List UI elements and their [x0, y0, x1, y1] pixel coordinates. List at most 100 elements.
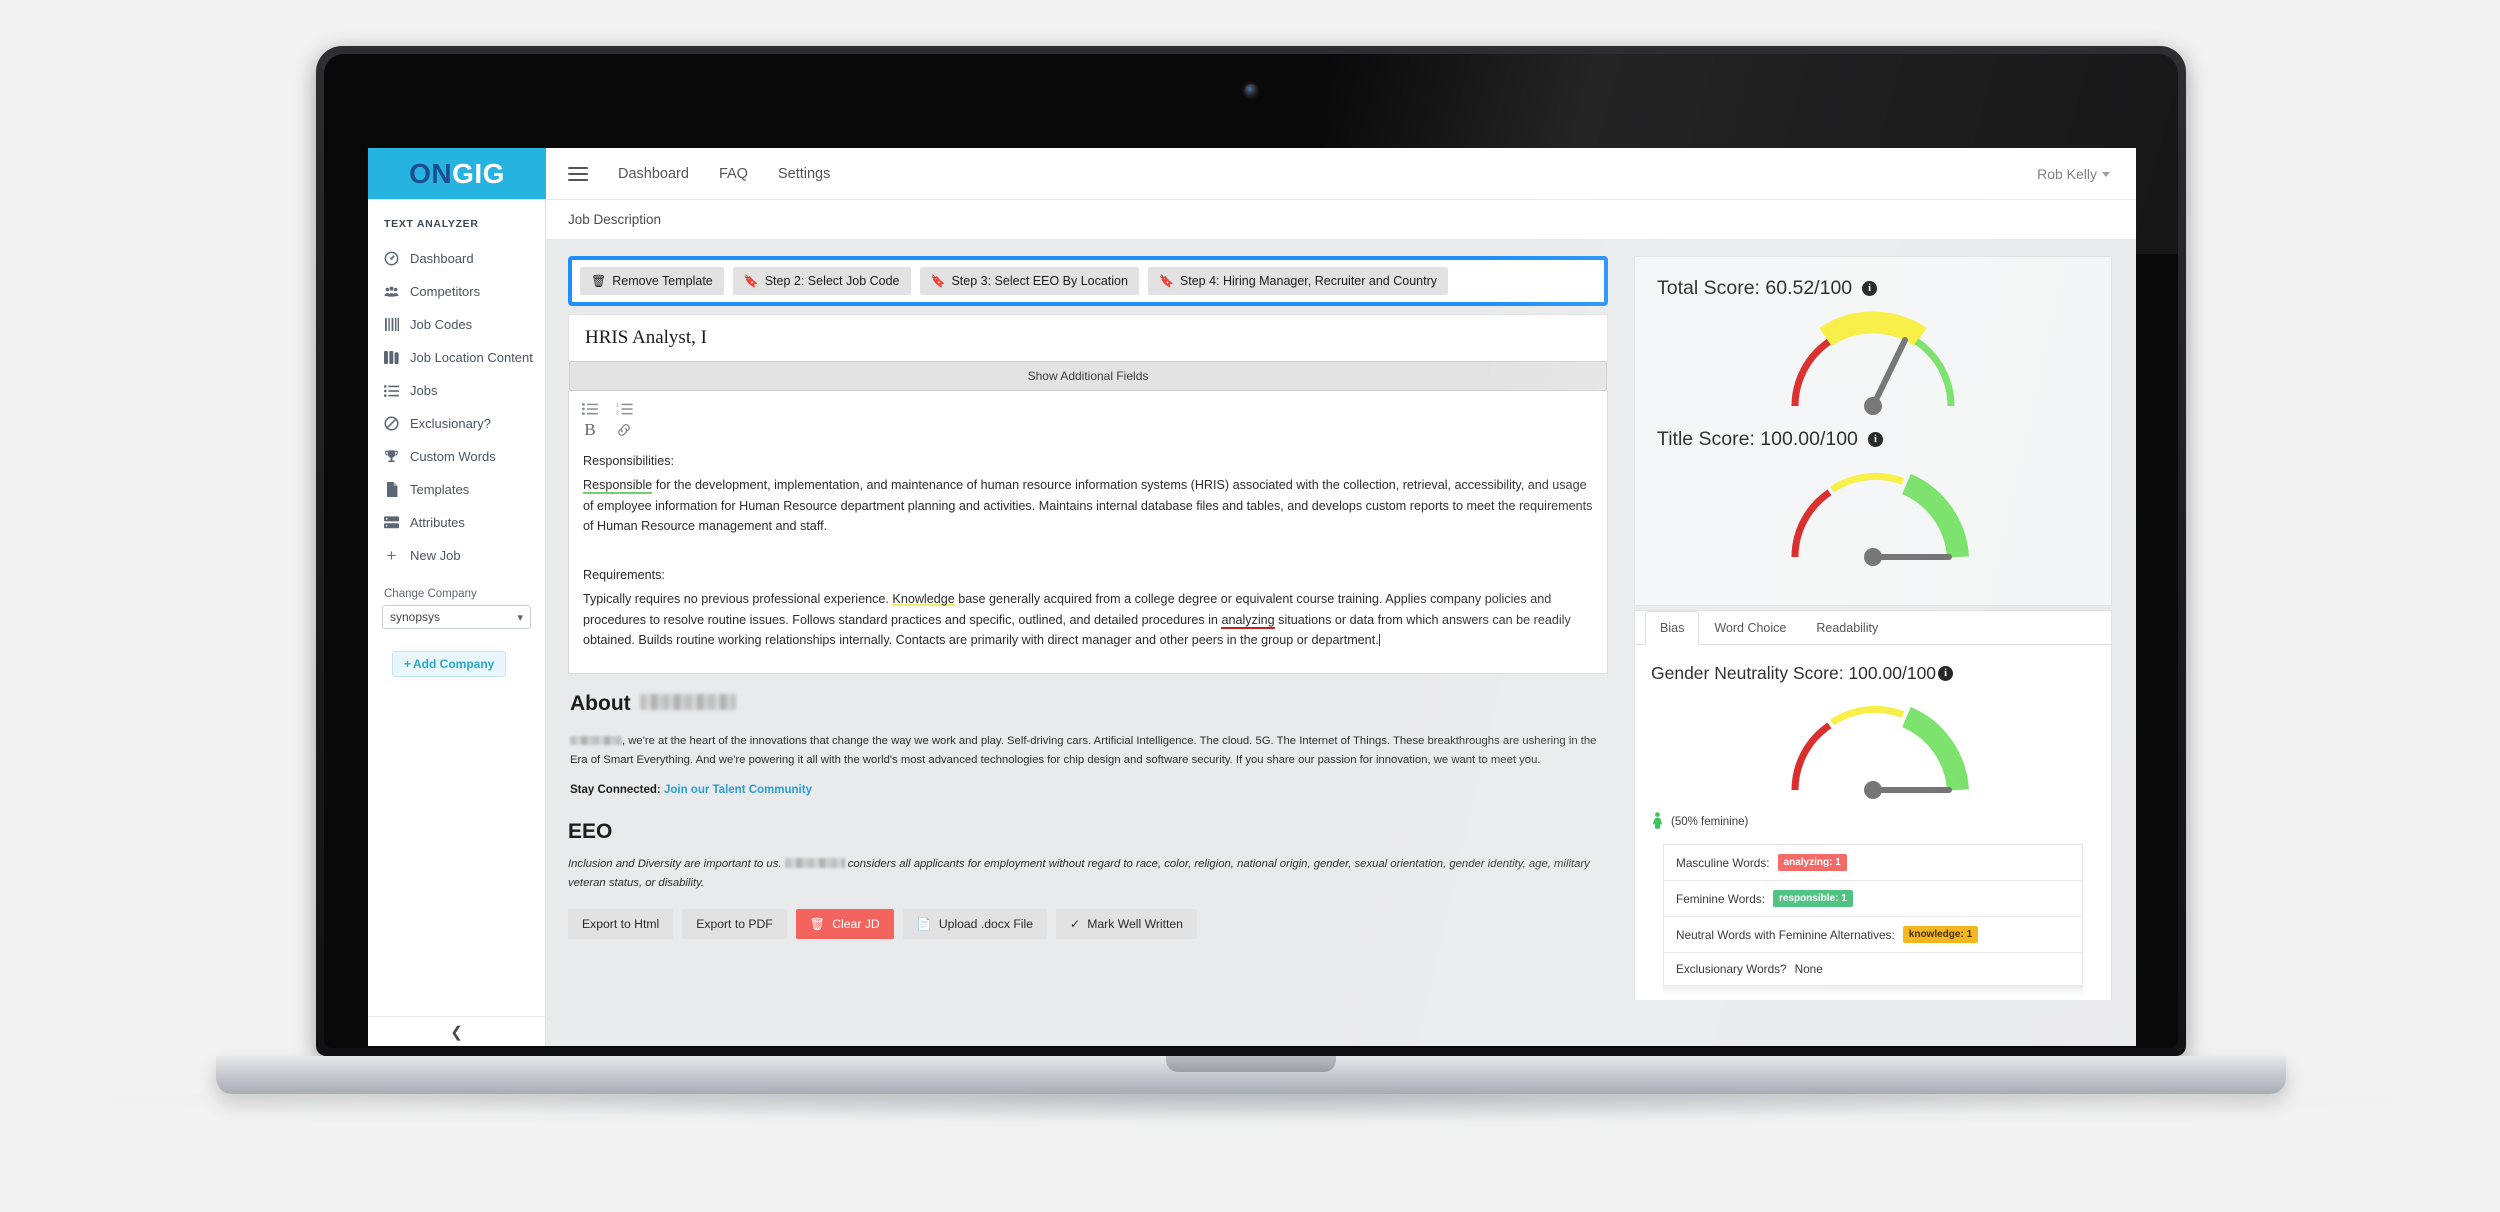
link-icon[interactable] [615, 421, 633, 439]
responsibilities-heading: Responsibilities: [583, 454, 674, 468]
topnav-link-dashboard[interactable]: Dashboard [618, 166, 689, 182]
sidebar-item-new-job[interactable]: + New Job [368, 539, 545, 572]
status-badge[interactable]: knowledge: 1 [1902, 926, 1979, 943]
sidebar-item-job-codes[interactable]: Job Codes [368, 308, 545, 341]
editor-content[interactable]: Responsibilities: Responsible for the de… [569, 443, 1607, 673]
file-upload-icon: 📄 [916, 916, 932, 931]
sidebar-collapse-button[interactable]: ❮ [368, 1016, 545, 1046]
sidebar-item-competitors[interactable]: Competitors [368, 275, 545, 308]
list-icon [384, 383, 399, 398]
brand-logo[interactable]: ONGIG [368, 148, 546, 199]
editor-toolbar: 12 B [569, 391, 1607, 443]
sidebar-item-custom-words[interactable]: Custom Words [368, 440, 545, 473]
dashboard-icon [384, 251, 399, 266]
requirements-heading: Requirements: [583, 567, 665, 582]
about-paragraph: , we're at the heart of the innovations … [570, 732, 1606, 771]
check-icon: ✓ [1070, 916, 1081, 931]
analysis-tabs-card: Bias Word Choice Readability Gender Neut… [1634, 610, 2112, 1000]
sidebar-item-exclusionary[interactable]: Exclusionary? [368, 407, 545, 440]
button-label: Upload .docx File [938, 916, 1034, 931]
feminine-note: (50% feminine) [1671, 816, 1749, 828]
redacted-company-inline [570, 735, 622, 745]
requirements-text-1: Typically requires no previous professio… [583, 592, 893, 607]
show-additional-fields-button[interactable]: Show Additional Fields [569, 361, 1607, 391]
panes: 🗑 Remove Template 🔖 Step 2: Select Job C… [546, 240, 2136, 1046]
sidebar-item-label: Custom Words [410, 449, 496, 464]
step3-select-eeo-by-location-button[interactable]: 🔖 Step 3: Select EEO By Location [919, 267, 1139, 295]
chevron-down-icon [2102, 172, 2110, 178]
step2-select-job-code-button[interactable]: 🔖 Step 2: Select Job Code [732, 267, 911, 295]
talent-community-link[interactable]: Join our Talent Community [664, 784, 812, 796]
button-label: Clear JD [832, 916, 880, 931]
sidebar-item-dashboard[interactable]: Dashboard [368, 242, 545, 275]
add-company-button[interactable]: + Add Company [392, 651, 507, 677]
sidebar-item-label: Job Location Content [410, 350, 533, 365]
sidebar-item-label: Templates [410, 482, 470, 497]
sidebar-item-jobs[interactable]: Jobs [368, 374, 545, 407]
webcam-icon [1244, 84, 1258, 97]
step-button-label: Step 3: Select EEO By Location [951, 274, 1128, 288]
company-select[interactable]: synopsys ▾ [382, 605, 531, 629]
feminine-percentage-row: (50% feminine) [1651, 812, 2095, 832]
clear-jd-button[interactable]: 🗑 Clear JD [795, 908, 894, 939]
export-to-pdf-button[interactable]: Export to PDF [682, 908, 787, 939]
export-to-html-button[interactable]: Export to Html [568, 908, 674, 939]
upload-docx-button[interactable]: 📄 Upload .docx File [902, 908, 1048, 939]
status-badge[interactable]: responsible: 1 [1772, 890, 1853, 907]
bold-icon[interactable]: B [581, 420, 599, 439]
tab-readability[interactable]: Readability [1801, 611, 1893, 645]
job-title-input[interactable]: HRIS Analyst, I [568, 314, 1608, 361]
responsibilities-text: for the development, implementation, and… [583, 478, 1593, 534]
hamburger-icon[interactable] [568, 166, 588, 181]
row-label: Feminine Words: [1676, 891, 1765, 906]
plus-icon: + [386, 546, 397, 565]
responsibilities-paragraph: Responsible for the development, impleme… [583, 475, 1593, 536]
total-score-heading: Total Score: 60.52/100 i [1657, 277, 2089, 300]
info-icon[interactable]: i [1867, 432, 1883, 447]
step-toolbar: 🗑 Remove Template 🔖 Step 2: Select Job C… [568, 256, 1608, 306]
score-card: Total Score: 60.52/100 i Title Score: 10… [1634, 256, 2112, 606]
sidebar-item-job-location-content[interactable]: Job Location Content [368, 341, 545, 374]
female-person-icon [1651, 812, 1664, 832]
barcode-icon [384, 317, 399, 332]
redacted-company-eeo [784, 858, 845, 869]
sidebar-item-label: Job Codes [410, 317, 473, 332]
editor-pane: 🗑 Remove Template 🔖 Step 2: Select Job C… [546, 256, 1626, 1046]
top-bar: ONGIG Dashboard FAQ Settings Rob Kelly [368, 148, 2136, 200]
step4-hiring-manager-button[interactable]: 🔖 Step 4: Hiring Manager, Recruiter and … [1147, 267, 1448, 295]
bookmark-icon: 🔖 [743, 274, 759, 288]
remove-template-button[interactable]: 🗑 Remove Template [580, 267, 724, 295]
info-icon[interactable]: i [1862, 281, 1878, 296]
step-button-label: Remove Template [612, 274, 713, 288]
mark-well-written-button[interactable]: ✓ Mark Well Written [1056, 908, 1197, 939]
flagged-word-neutral: Knowledge [892, 592, 955, 607]
about-heading-label: About [570, 691, 631, 715]
bullet-list-icon[interactable] [581, 400, 599, 418]
eeo-section: EEO Inclusion and Diversity are importan… [568, 820, 1608, 892]
sidebar-item-attributes[interactable]: Attributes [368, 506, 545, 539]
sidebar-item-templates[interactable]: Templates [368, 473, 545, 506]
text-cursor [1378, 634, 1380, 647]
sidebar-item-label: Exclusionary? [410, 416, 491, 431]
tab-word-choice[interactable]: Word Choice [1699, 611, 1801, 645]
user-menu[interactable]: Rob Kelly [2037, 166, 2136, 182]
tab-bias[interactable]: Bias [1645, 611, 1700, 645]
topnav-link-faq[interactable]: FAQ [719, 166, 748, 182]
step-button-label: Step 2: Select Job Code [764, 274, 900, 288]
bias-tab-panel: Gender Neutrality Score: 100.00/100 i (5… [1635, 645, 2111, 1000]
numbered-list-icon[interactable]: 12 [615, 400, 633, 418]
add-company-wrap: + Add Company [368, 629, 545, 677]
title-score-gauge [1657, 457, 2089, 569]
title-score-heading: Title Score: 100.00/100 i [1657, 428, 2089, 451]
ban-icon [384, 416, 399, 431]
info-icon[interactable]: i [1938, 666, 1954, 681]
topnav-link-settings[interactable]: Settings [778, 166, 830, 182]
status-badge[interactable]: analyzing: 1 [1777, 854, 1847, 871]
total-score-label: Total Score: 60.52/100 [1657, 277, 1853, 299]
laptop-lid: ONGIG Dashboard FAQ Settings Rob Kelly T… [316, 46, 2186, 1056]
word-analysis-table: Masculine Words: analyzing: 1 Feminine W… [1663, 844, 2083, 986]
about-heading: About [570, 692, 1606, 716]
about-section: About , we're at the heart of the innova… [568, 674, 1608, 796]
table-row: Feminine Words: responsible: 1 [1664, 881, 2082, 917]
svg-text:1: 1 [616, 403, 619, 409]
